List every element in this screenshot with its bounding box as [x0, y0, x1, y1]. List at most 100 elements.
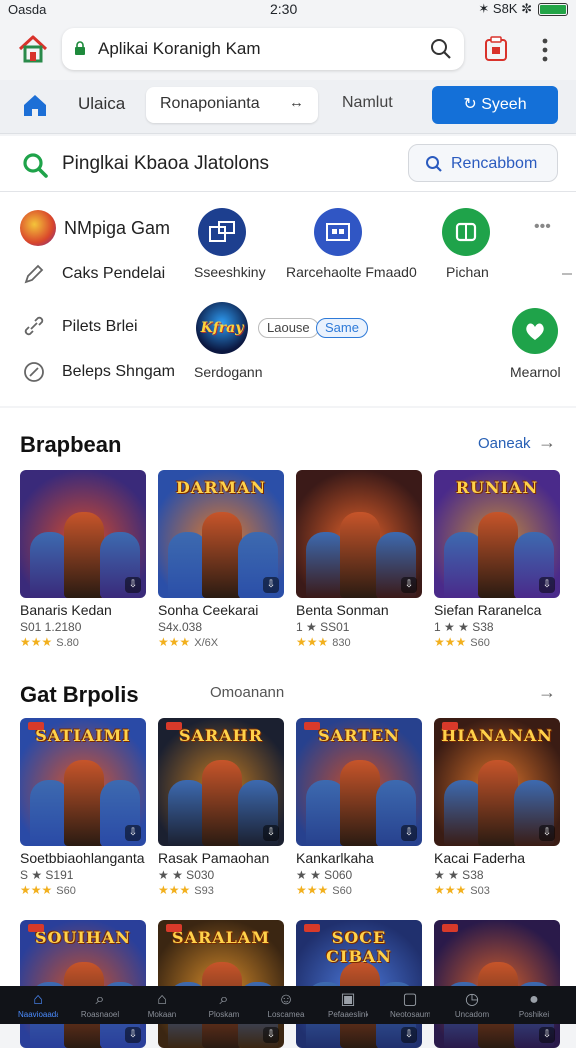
game-card[interactable]: ⇩ Benta Sonman 1 ★ SS01 ★★★ 830 — [296, 470, 422, 649]
arrow-right-icon[interactable]: → — [538, 432, 556, 453]
search-icon — [426, 156, 442, 172]
tag-pill[interactable]: Laouse — [258, 318, 319, 338]
download-icon[interactable]: ⇩ — [263, 577, 279, 593]
bottom-nav-item[interactable]: ▣ Pefaaeslinkt — [328, 990, 368, 1022]
game-thumbnail[interactable]: RUNIAN ⇩ — [434, 470, 560, 598]
section-link-2[interactable]: Omoanann — [210, 684, 284, 701]
game-meta: ★ ★ S060 — [296, 868, 353, 882]
app-caption-2: Rarcehaolte Fmaad0 — [286, 264, 417, 280]
download-icon[interactable]: ⇩ — [539, 1027, 555, 1043]
bottom-nav-item[interactable]: ● Poshikei — [514, 990, 554, 1022]
download-icon[interactable]: ⇩ — [539, 577, 555, 593]
game-thumbnail[interactable]: SATIAIMI ⇩ — [20, 718, 146, 846]
download-icon[interactable]: ⇩ — [401, 577, 417, 593]
download-icon[interactable]: ⇩ — [401, 1027, 417, 1043]
left-item-4[interactable]: Beleps Shngam — [62, 363, 175, 381]
game-title: Siefan Raranelca — [434, 602, 542, 618]
house-icon: ⌂ — [157, 991, 167, 1008]
game-card[interactable]: SATIAIMI ⇩ Soetbbiaohlanganta S ★ S191 ★★★ S6… — [20, 718, 146, 897]
tabs-icon[interactable] — [484, 36, 508, 62]
game-card[interactable]: HIANANAN ⇩ Kacai Faderha ★ ★ S38 ★★★ S03 — [434, 718, 560, 897]
game-title: Banaris Kedan — [20, 602, 112, 618]
left-item-3[interactable]: Pilets Brlei — [62, 318, 138, 336]
game-thumbnail[interactable]: SOCE CIBAN ⇩ — [296, 920, 422, 1048]
address-bar[interactable]: Aplikai Koranigh Kam — [62, 28, 464, 70]
nav-label-secondary[interactable]: Namlut — [342, 94, 393, 112]
game-card[interactable]: RUNIAN ⇩ Siefan Raranelca 1 ★ ★ S38 ★★★ S60 — [434, 470, 560, 649]
game-card[interactable]: ⇩ Banaris Kedan S01 1.2180 ★★★ S.80 — [20, 470, 146, 649]
search-button[interactable]: Rencabbom — [408, 144, 558, 182]
bottom-nav-item[interactable]: ⌂ Naavioaadab — [18, 990, 58, 1022]
clock-icon: ◷ — [465, 991, 479, 1008]
download-icon[interactable]: ⇩ — [539, 825, 555, 841]
game-thumbnail[interactable]: HIANANAN ⇩ — [434, 718, 560, 846]
bottom-nav-item[interactable]: ☺ Loscamea — [266, 990, 306, 1022]
game-card[interactable]: SOCE CIBAN ⇩ — [296, 920, 422, 1048]
tag-pill-selected[interactable]: Same — [316, 318, 368, 338]
bottom-nav-label: Poshikei — [518, 1010, 550, 1019]
home-icon[interactable] — [22, 92, 48, 118]
nav-input-value: Ronaponianta — [160, 95, 260, 112]
left-item-1[interactable]: NMpiga Gam — [64, 218, 170, 239]
new-badge — [442, 722, 458, 730]
download-icon[interactable]: ⇩ — [401, 825, 417, 841]
bottom-nav-label: Naavioaadab — [18, 1010, 58, 1019]
nav-input[interactable]: Ronaponianta ↔ — [146, 87, 318, 123]
heart-icon — [526, 323, 544, 340]
game-caption: Serdogann — [194, 364, 263, 380]
lock-icon — [75, 41, 85, 55]
left-item-2[interactable]: Caks Pendelai — [62, 265, 165, 283]
game-thumbnail[interactable]: ⇩ — [296, 470, 422, 598]
app-icon-3[interactable] — [442, 208, 490, 256]
search-icon: ⌕ — [95, 991, 105, 1008]
character-figure — [202, 512, 242, 598]
game-thumbnail[interactable]: SARALAM ⇩ — [158, 920, 284, 1048]
section-link-1[interactable]: Oaneak — [478, 435, 531, 452]
bottom-nav-item[interactable]: ▢ Neotosaum — [390, 990, 430, 1022]
download-icon[interactable]: ⇩ — [263, 1027, 279, 1043]
game-card[interactable]: SARTEN ⇩ Kankarlkaha ★ ★ S060 ★★★ S60 — [296, 718, 422, 897]
download-icon[interactable]: ⇩ — [125, 825, 141, 841]
download-icon[interactable]: ⇩ — [125, 1027, 141, 1043]
game-thumbnail[interactable]: SARTEN ⇩ — [296, 718, 422, 846]
game-thumbnail[interactable]: DARMAN ⇩ — [158, 470, 284, 598]
app-icon-2[interactable] — [314, 208, 362, 256]
more-vert-icon[interactable] — [536, 36, 554, 64]
primary-button[interactable]: ↻ Syeeh — [432, 86, 558, 124]
game-card[interactable]: SARALAM ⇩ — [158, 920, 284, 1048]
more-horiz-icon[interactable]: ••• — [534, 218, 551, 236]
download-icon[interactable]: ⇩ — [263, 825, 279, 841]
game-thumbnail[interactable]: ⇩ — [20, 470, 146, 598]
app-icon-1[interactable] — [198, 208, 246, 256]
divider — [562, 273, 572, 275]
book-icon — [455, 222, 477, 242]
search-icon[interactable] — [430, 38, 452, 60]
download-icon[interactable]: ⇩ — [125, 577, 141, 593]
bottom-nav-item[interactable]: ⌕ Roasnaoel — [80, 990, 120, 1022]
new-badge — [166, 924, 182, 932]
star-rating: ★★★ S60 — [20, 883, 76, 897]
nav-label[interactable]: Ulaica — [78, 94, 125, 114]
game-meta: ★ ★ S38 — [434, 868, 484, 882]
app-icon-4[interactable] — [512, 308, 558, 354]
bottom-nav-label: Neotosaum — [390, 1010, 430, 1019]
bottom-nav-item[interactable]: ⌕ Ploskam — [204, 990, 244, 1022]
game-card[interactable]: ⇩ — [434, 920, 560, 1048]
game-meta: S4x.038 — [158, 620, 203, 634]
rating-score: S03 — [470, 885, 490, 897]
game-card[interactable]: SARAHR ⇩ Rasak Pamaohan ★ ★ S030 ★★★ S93 — [158, 718, 284, 897]
home-icon[interactable] — [16, 32, 50, 66]
game-card[interactable]: DARMAN ⇩ Sonha Ceekarai S4x.038 ★★★ X/6X — [158, 470, 284, 649]
game-thumbnail[interactable]: SARAHR ⇩ — [158, 718, 284, 846]
bottom-nav-item[interactable]: ⌂ Mokaan — [142, 990, 182, 1022]
game-thumbnail[interactable]: ⇩ — [434, 920, 560, 1048]
bottom-nav-item[interactable]: ◷ Uncadom — [452, 990, 492, 1022]
swap-arrow-icon[interactable]: ↔ — [289, 94, 304, 111]
game-logo-icon[interactable]: Kfray — [196, 302, 248, 354]
star-rating: ★★★ S03 — [434, 883, 490, 897]
game-thumbnail[interactable]: SOUIHAN ⇩ — [20, 920, 146, 1048]
arrow-right-icon[interactable]: → — [538, 682, 556, 703]
app-avatar-icon[interactable] — [20, 210, 56, 246]
game-card[interactable]: SOUIHAN ⇩ — [20, 920, 146, 1048]
battery-icon — [538, 2, 568, 16]
